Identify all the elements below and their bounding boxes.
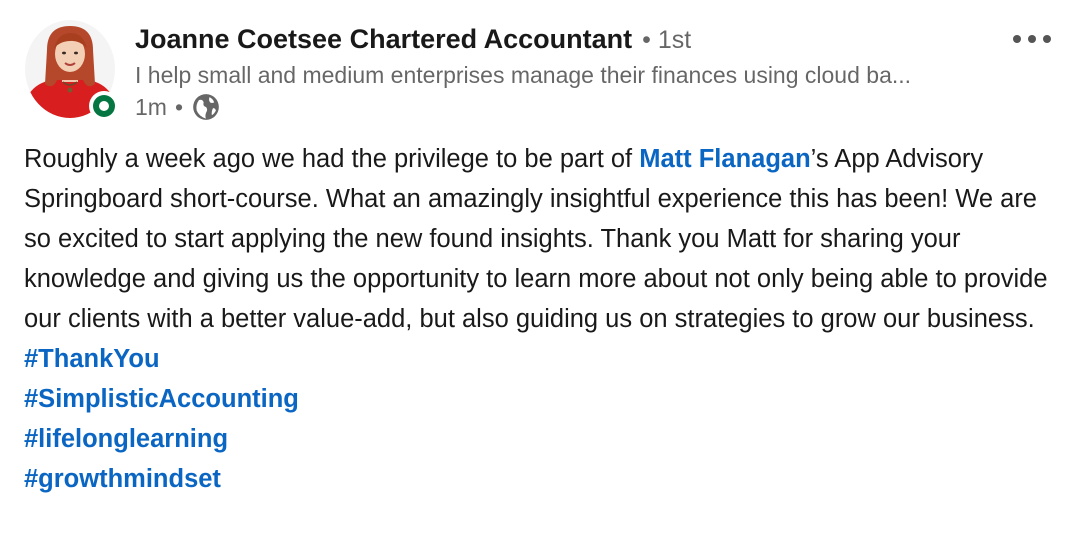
hashtag-simplisticaccounting[interactable]: #SimplisticAccounting [24,379,1064,419]
connection-degree: • 1st [642,26,692,54]
post-actor: Joanne Coetsee Chartered Accountant • 1s… [135,24,986,123]
post-text-rest: ’s App Advisory Springboard short-course… [24,145,1048,333]
post-text: Roughly a week ago we had the privilege … [24,139,1064,339]
author-headline[interactable]: I help small and medium enterprises mana… [135,60,995,90]
online-status-icon [93,95,115,117]
meta-separator: • [174,93,184,120]
post-body: Roughly a week ago we had the privilege … [24,139,1064,499]
globe-icon [193,94,219,120]
post-text-start: Roughly a week ago we had the privilege … [24,145,640,173]
hashtag-growthmindset[interactable]: #growthmindset [24,459,1064,499]
mention-link[interactable]: Matt Flanagan [639,145,810,173]
feed-post: Joanne Coetsee Chartered Accountant • 1s… [0,0,1076,551]
post-options-button[interactable] [1006,22,1058,56]
post-meta: 1m • [135,91,986,123]
actor-name-line: Joanne Coetsee Chartered Accountant • 1s… [135,24,986,62]
hashtag-lifelonglearning[interactable]: #lifelonglearning [24,419,1064,459]
more-horizontal-icon [1013,35,1051,43]
author-name[interactable]: Joanne Coetsee Chartered Accountant [135,24,632,55]
hashtag-thankyou[interactable]: #ThankYou [24,339,1064,379]
presence-indicator [89,91,119,121]
post-timestamp[interactable]: 1m [135,94,167,121]
